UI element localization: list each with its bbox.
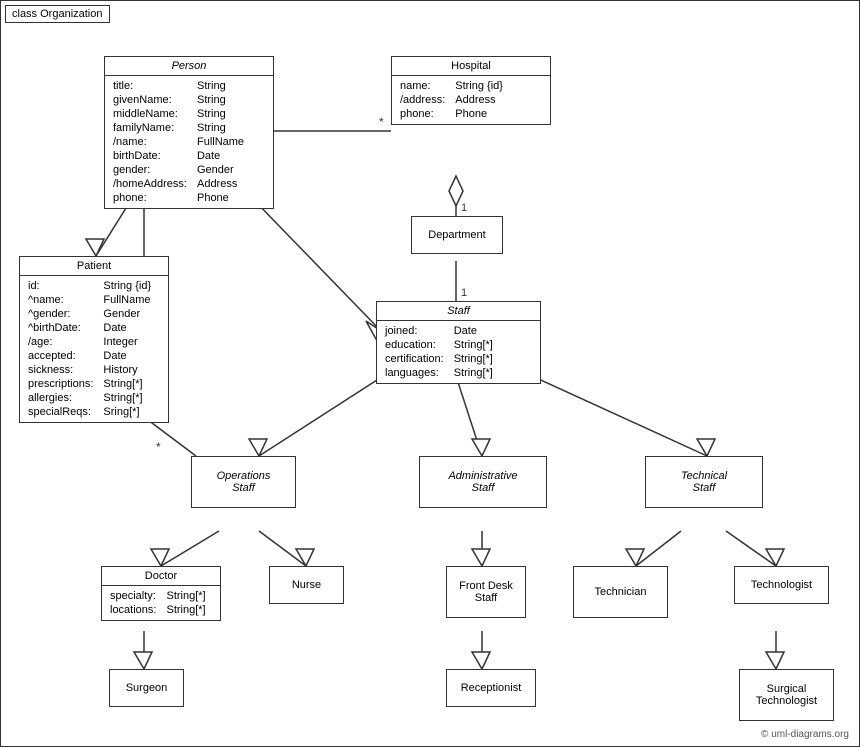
svg-text:*: * bbox=[379, 115, 384, 129]
class-hospital-header: Hospital bbox=[392, 57, 550, 76]
class-operations-staff: OperationsStaff bbox=[191, 456, 296, 508]
copyright-text: © uml-diagrams.org bbox=[761, 729, 849, 740]
class-doctor: Doctor specialty:String[*] locations:Str… bbox=[101, 566, 221, 621]
class-technologist: Technologist bbox=[734, 566, 829, 604]
class-patient-header: Patient bbox=[20, 257, 168, 276]
class-receptionist: Receptionist bbox=[446, 669, 536, 707]
class-front-desk-staff: Front DeskStaff bbox=[446, 566, 526, 618]
class-doctor-header: Doctor bbox=[102, 567, 220, 586]
class-surgeon: Surgeon bbox=[109, 669, 184, 707]
class-doctor-body: specialty:String[*] locations:String[*] bbox=[102, 586, 220, 620]
class-technician: Technician bbox=[573, 566, 668, 618]
class-administrative-staff: AdministrativeStaff bbox=[419, 456, 547, 508]
class-staff: Staff joined:Date education:String[*] ce… bbox=[376, 301, 541, 384]
class-staff-header: Staff bbox=[377, 302, 540, 321]
class-hospital: Hospital name:String {id} /address:Addre… bbox=[391, 56, 551, 125]
class-department: Department bbox=[411, 216, 503, 254]
class-person-body: title:String givenName:String middleName… bbox=[105, 76, 273, 208]
class-technical-staff: TechnicalStaff bbox=[645, 456, 763, 508]
class-patient-body: id:String {id} ^name:FullName ^gender:Ge… bbox=[20, 276, 168, 422]
svg-text:*: * bbox=[156, 440, 161, 454]
class-patient: Patient id:String {id} ^name:FullName ^g… bbox=[19, 256, 169, 423]
diagram-title: class Organization bbox=[5, 5, 110, 23]
class-staff-body: joined:Date education:String[*] certific… bbox=[377, 321, 540, 383]
diagram-container: class Organization * * 1 * 1 * bbox=[0, 0, 860, 747]
class-hospital-body: name:String {id} /address:Address phone:… bbox=[392, 76, 550, 124]
class-nurse: Nurse bbox=[269, 566, 344, 604]
class-surgical-technologist: SurgicalTechnologist bbox=[739, 669, 834, 721]
svg-text:1: 1 bbox=[461, 202, 467, 214]
svg-text:1: 1 bbox=[461, 287, 467, 299]
class-person-header: Person bbox=[105, 57, 273, 76]
class-person: Person title:String givenName:String mid… bbox=[104, 56, 274, 209]
